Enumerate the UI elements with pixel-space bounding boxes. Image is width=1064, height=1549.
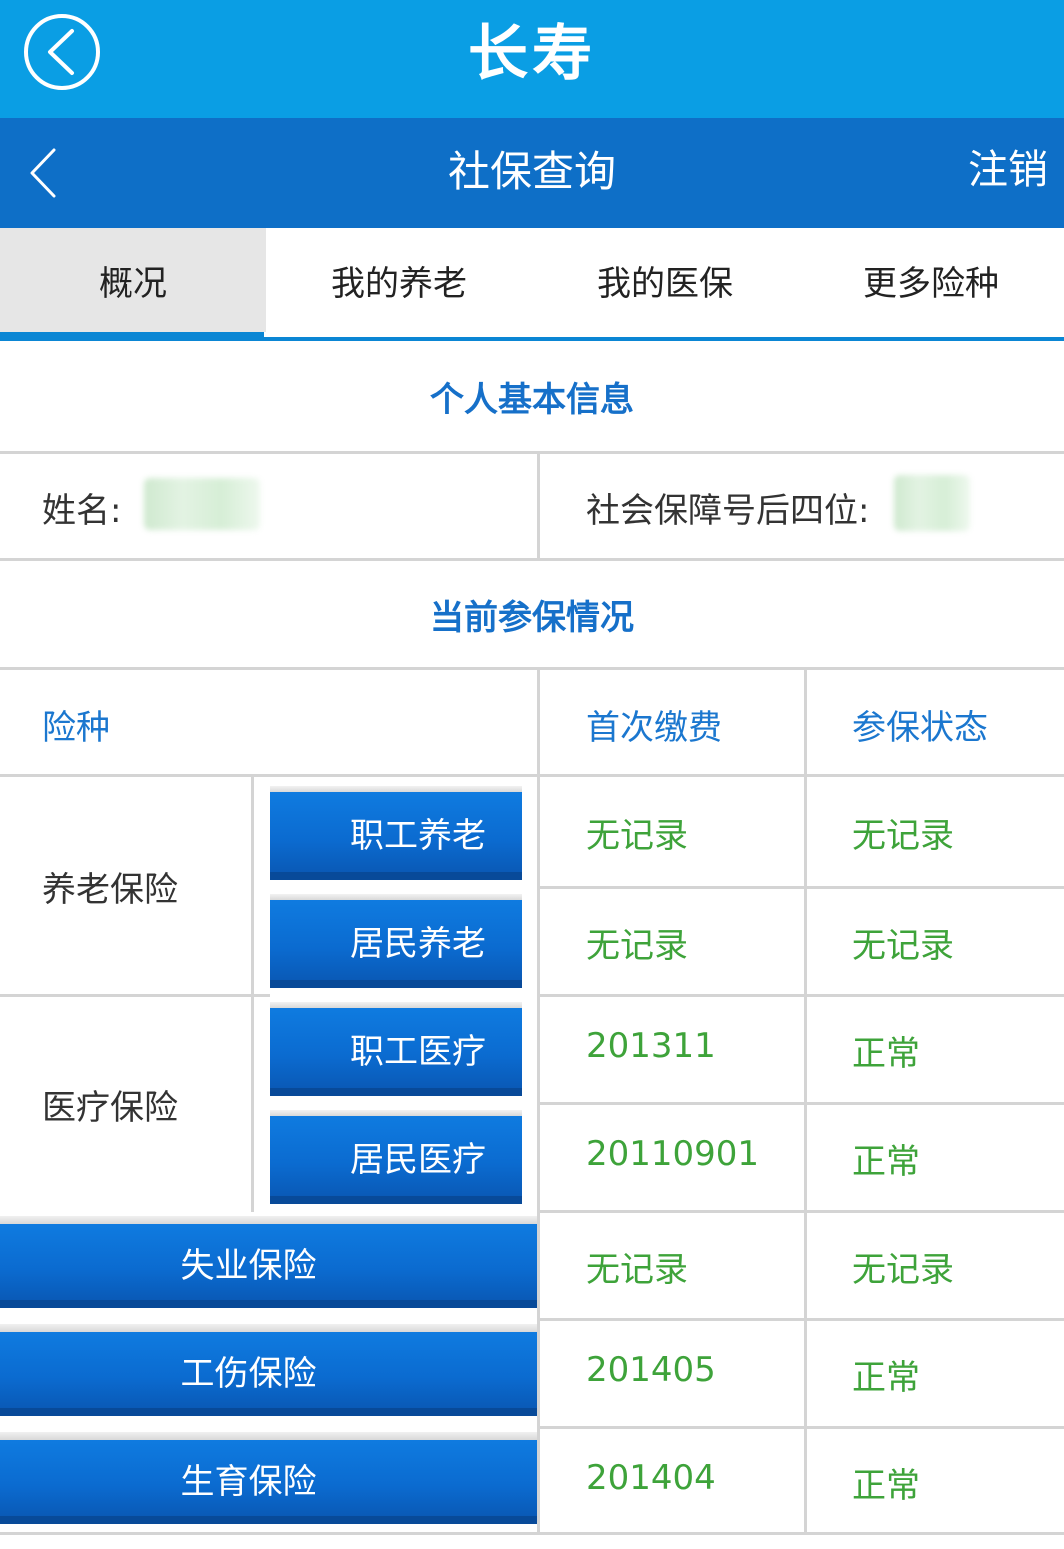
status-value: 无记录 xyxy=(852,1250,954,1290)
page-title: 社保查询 xyxy=(447,147,616,196)
tab-bar: 概况 我的养老 我的医保 更多险种 xyxy=(0,228,1064,336)
divider xyxy=(0,451,1064,454)
employee-pension-button[interactable]: 职工养老 xyxy=(270,786,522,880)
status-value: 正常 xyxy=(852,1142,920,1182)
status-value: 正常 xyxy=(852,1466,920,1506)
group-label-pension: 养老保险 xyxy=(42,870,178,910)
divider xyxy=(537,1102,1064,1105)
basic-info-title: 个人基本信息 xyxy=(430,380,634,420)
name-label: 姓名: xyxy=(42,491,122,531)
resident-pension-button[interactable]: 居民养老 xyxy=(270,894,522,988)
resident-medical-button[interactable]: 居民医疗 xyxy=(270,1110,522,1204)
status-value: 无记录 xyxy=(852,816,954,856)
app-title: 长寿 xyxy=(468,19,596,89)
divider xyxy=(0,667,1064,670)
divider xyxy=(537,451,540,561)
first-payment-value: 无记录 xyxy=(586,816,688,856)
tab-my-pension[interactable]: 我的养老 xyxy=(266,228,532,332)
divider xyxy=(0,774,1064,777)
tab-overview[interactable]: 概况 xyxy=(0,228,266,332)
sub-header: 社保查询 注销 xyxy=(0,118,1064,228)
status-value: 正常 xyxy=(852,1034,920,1074)
employee-medical-button[interactable]: 职工医疗 xyxy=(270,1002,522,1096)
work-injury-insurance-button[interactable]: 工伤保险 xyxy=(0,1324,537,1416)
tabs-divider xyxy=(0,337,1064,341)
ssn-label: 社会保障号后四位: xyxy=(586,491,870,531)
first-payment-value: 无记录 xyxy=(586,1250,688,1290)
current-insurance-title: 当前参保情况 xyxy=(430,598,634,638)
ssn-value-redacted xyxy=(894,475,970,531)
first-payment-value: 无记录 xyxy=(586,926,688,966)
status-value: 无记录 xyxy=(852,926,954,966)
divider xyxy=(251,774,254,1212)
col-header-first-payment: 首次缴费 xyxy=(586,708,722,748)
divider xyxy=(0,558,1064,561)
divider xyxy=(537,1426,1064,1429)
tab-my-medical[interactable]: 我的医保 xyxy=(532,228,798,332)
tab-more-insurance[interactable]: 更多险种 xyxy=(798,228,1064,332)
divider xyxy=(537,667,540,1535)
maternity-insurance-button[interactable]: 生育保险 xyxy=(0,1432,537,1524)
divider xyxy=(537,1210,1064,1213)
divider xyxy=(537,1318,1064,1321)
status-value: 正常 xyxy=(852,1358,920,1398)
col-header-type: 险种 xyxy=(42,708,110,748)
divider xyxy=(537,886,1064,889)
first-payment-value: 201405 xyxy=(586,1350,716,1390)
col-header-status: 参保状态 xyxy=(852,708,988,748)
first-payment-value: 20110901 xyxy=(586,1134,760,1174)
app-bar: 长寿 xyxy=(0,0,1064,118)
first-payment-value: 201404 xyxy=(586,1458,716,1498)
divider xyxy=(537,994,1064,997)
divider xyxy=(0,994,270,997)
unemployment-insurance-button[interactable]: 失业保险 xyxy=(0,1216,537,1308)
first-payment-value: 201311 xyxy=(586,1026,716,1066)
name-value-redacted xyxy=(144,478,260,530)
group-label-medical: 医疗保险 xyxy=(42,1088,178,1128)
divider xyxy=(804,667,807,1535)
logout-button[interactable]: 注销 xyxy=(968,140,1048,200)
divider xyxy=(0,1532,1064,1535)
